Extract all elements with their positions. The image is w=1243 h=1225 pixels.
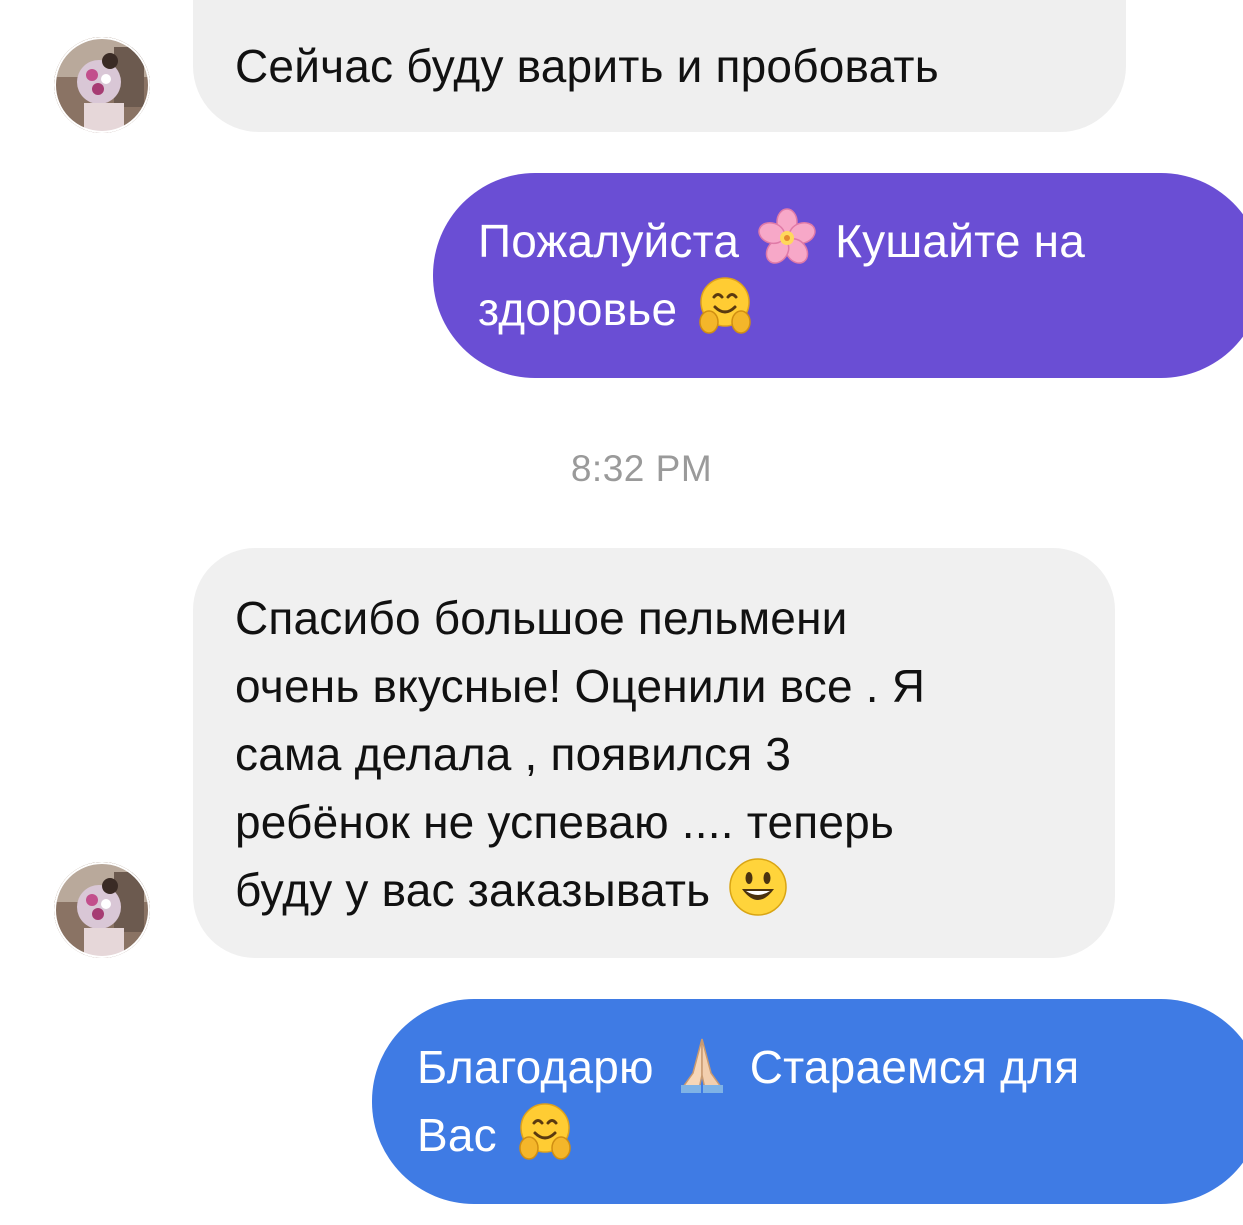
- message-line: Вас: [417, 1101, 1243, 1169]
- message-line: Благодарю Стараемся для: [417, 1033, 1243, 1101]
- message-line: Пожалуйста Кушайте на: [478, 207, 1243, 275]
- folded-hands-icon: [671, 1033, 733, 1095]
- message-timestamp: 8:32 PM: [570, 448, 713, 489]
- sender-avatar[interactable]: [54, 862, 150, 958]
- message-bubble-outgoing[interactable]: Благодарю Стараемся для Вас: [372, 999, 1243, 1204]
- hugging-face-icon: [514, 1101, 576, 1163]
- message-bubble-incoming[interactable]: Сейчас буду варить и пробовать: [193, 0, 1126, 132]
- message-line: ребёнок не успеваю .... теперь: [235, 796, 895, 848]
- cherry-blossom-icon: [756, 207, 818, 269]
- message-line: сама делала , появился 3: [235, 728, 792, 780]
- sender-avatar[interactable]: [54, 37, 150, 133]
- chat-thread: Сейчас буду варить и пробовать Пожалуйст…: [0, 0, 1243, 1225]
- message-bubble-incoming[interactable]: Спасибо большое пельмени очень вкусные! …: [193, 548, 1115, 958]
- message-text: Пожалуйста: [478, 215, 740, 267]
- message-text: Кушайте на: [835, 215, 1086, 267]
- message-text: Стараемся для: [749, 1041, 1080, 1093]
- message-line: очень вкусные! Оценили все . Я: [235, 660, 926, 712]
- avatar-photo-icon: [54, 862, 150, 958]
- message-bubble-outgoing[interactable]: Пожалуйста Кушайте на здоровье: [433, 173, 1243, 378]
- message-line: здоровье: [478, 275, 1243, 343]
- avatar-photo-icon: [54, 37, 150, 133]
- message-line: буду у вас заказывать: [235, 856, 1085, 924]
- message-text: Благодарю: [417, 1041, 654, 1093]
- message-line: Спасибо большое пельмени: [235, 592, 848, 644]
- message-text: буду у вас заказывать: [235, 864, 711, 916]
- message-text: здоровье: [478, 283, 678, 335]
- message-text: Сейчас буду варить и пробовать: [235, 40, 939, 92]
- message-text: Вас: [417, 1109, 497, 1161]
- smiley-face-icon: [727, 856, 789, 918]
- hugging-face-icon: [694, 275, 756, 337]
